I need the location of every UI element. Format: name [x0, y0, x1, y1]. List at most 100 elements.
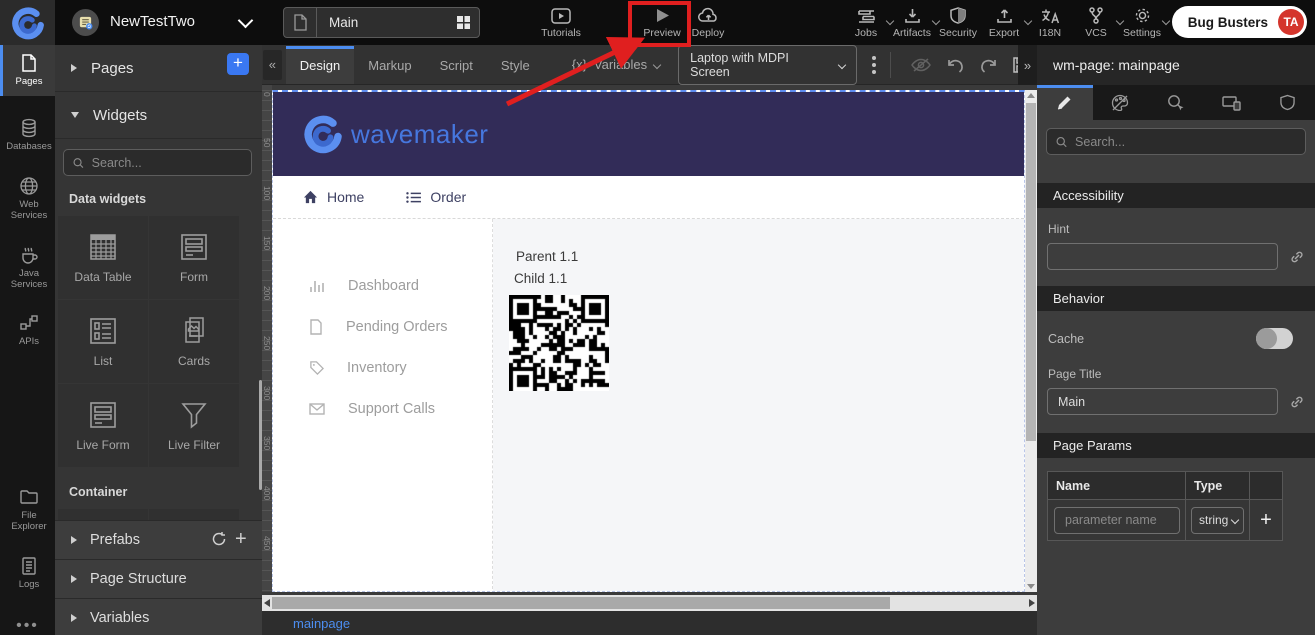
- widget-label: Cards: [178, 354, 210, 368]
- rail-item-file-explorer[interactable]: File Explorer: [0, 479, 55, 542]
- horizontal-scroll-thumb[interactable]: [272, 597, 890, 609]
- tab-markup[interactable]: Markup: [354, 46, 425, 84]
- artifacts-button[interactable]: Artifacts: [889, 5, 935, 39]
- live-form-icon: [86, 399, 120, 431]
- tutorials-button[interactable]: Tutorials: [533, 5, 589, 39]
- pages-accordion[interactable]: Pages +: [55, 45, 262, 92]
- tab-events[interactable]: [1148, 85, 1204, 120]
- properties-search[interactable]: [1046, 128, 1306, 155]
- nav-item-order[interactable]: Order: [406, 189, 466, 205]
- prefabs-refresh-icon[interactable]: [211, 531, 227, 547]
- rail-more-button[interactable]: •••: [0, 617, 55, 635]
- canvas-vertical-scrollbar[interactable]: [1025, 90, 1037, 592]
- child-label[interactable]: Child 1.1: [514, 271, 1024, 286]
- undo-icon[interactable]: [946, 57, 965, 73]
- hint-bind-link-icon[interactable]: [1289, 249, 1305, 265]
- variables-accordion[interactable]: Variables: [55, 598, 262, 635]
- tutorials-icon: [533, 5, 589, 24]
- tab-style[interactable]: Style: [487, 46, 544, 84]
- canvas-more-menu[interactable]: [872, 56, 876, 74]
- tab-script[interactable]: Script: [426, 46, 487, 84]
- parent-label[interactable]: Parent 1.1: [516, 249, 1024, 264]
- sidenav-dashboard[interactable]: Dashboard: [273, 265, 492, 306]
- deploy-button[interactable]: Deploy: [680, 5, 736, 39]
- add-page-button[interactable]: +: [227, 53, 249, 75]
- pages-accordion-label: Pages: [91, 60, 134, 77]
- widget-list[interactable]: List: [58, 300, 148, 383]
- hint-input[interactable]: [1047, 243, 1278, 270]
- prefabs-add-icon[interactable]: +: [235, 528, 247, 551]
- prefabs-accordion[interactable]: Prefabs +: [55, 520, 262, 559]
- project-chevron-down-icon[interactable]: [238, 13, 254, 29]
- rail-item-logs[interactable]: Logs: [0, 548, 55, 599]
- team-button[interactable]: Bug Busters TA: [1172, 6, 1307, 38]
- pages-icon: [19, 53, 39, 73]
- accessibility-section-header[interactable]: Accessibility: [1037, 183, 1315, 208]
- panel-scrollbar-thumb[interactable]: [259, 380, 262, 490]
- sidenav-support-calls[interactable]: Support Calls: [273, 388, 492, 429]
- behavior-section-header[interactable]: Behavior: [1037, 286, 1315, 311]
- page-selector[interactable]: Main: [283, 7, 480, 38]
- tab-security[interactable]: [1259, 85, 1315, 120]
- project-icon[interactable]: [72, 9, 99, 36]
- properties-search-input[interactable]: [1075, 135, 1296, 149]
- tab-design[interactable]: Design: [286, 46, 354, 84]
- cache-toggle[interactable]: [1256, 328, 1293, 349]
- param-name-input[interactable]: [1054, 507, 1180, 534]
- param-type-select[interactable]: string: [1191, 507, 1244, 534]
- wavemaker-logo[interactable]: [0, 0, 55, 45]
- widgets-accordion[interactable]: Widgets: [55, 92, 262, 139]
- settings-button[interactable]: Settings: [1119, 5, 1165, 39]
- tab-devices[interactable]: [1204, 85, 1260, 120]
- rail-item-pages[interactable]: Pages: [0, 45, 55, 96]
- rail-item-java-services[interactable]: Java Services: [0, 237, 55, 300]
- export-button[interactable]: Export: [981, 5, 1027, 39]
- page-title-bind-link-icon[interactable]: [1289, 394, 1305, 410]
- sidenav-pending-orders[interactable]: Pending Orders: [273, 306, 492, 347]
- canvas-horizontal-scrollbar[interactable]: [262, 595, 1037, 611]
- settings-gear-icon: [1119, 5, 1165, 24]
- variables-dropdown[interactable]: {x} Variables: [572, 57, 660, 72]
- qr-code-image[interactable]: [509, 295, 609, 391]
- variables-expand-icon: [71, 614, 77, 622]
- vcs-button[interactable]: VCS: [1073, 5, 1119, 39]
- pencil-icon: [1056, 94, 1073, 111]
- variables-dropdown-label: Variables: [594, 57, 647, 72]
- i18n-button[interactable]: I18N: [1027, 5, 1073, 39]
- widget-live-form[interactable]: Live Form: [58, 384, 148, 467]
- rail-item-apis[interactable]: APIs: [0, 305, 55, 356]
- left-rail: Pages Databases Web Services Java Servic…: [0, 45, 55, 635]
- scroll-up-icon[interactable]: [1027, 93, 1035, 98]
- tab-properties[interactable]: [1037, 85, 1093, 120]
- tab-styles[interactable]: [1093, 85, 1149, 120]
- toggle-visibility-icon[interactable]: [910, 57, 932, 73]
- jobs-button[interactable]: Jobs: [843, 5, 889, 39]
- sidenav-inventory[interactable]: Inventory: [273, 347, 492, 388]
- toolbar-overflow-button[interactable]: »: [1018, 45, 1037, 85]
- scroll-left-icon[interactable]: [264, 599, 270, 607]
- page-title-input[interactable]: [1047, 388, 1278, 415]
- security-button[interactable]: Security: [935, 5, 981, 39]
- add-param-button[interactable]: +: [1260, 510, 1272, 530]
- collapse-panel-button[interactable]: «: [263, 50, 282, 80]
- device-selector[interactable]: Laptop with MDPI Screen: [678, 45, 857, 85]
- widget-live-filter[interactable]: Live Filter: [149, 384, 239, 467]
- user-avatar[interactable]: TA: [1278, 9, 1304, 35]
- widget-form[interactable]: Form: [149, 216, 239, 299]
- vertical-scroll-thumb[interactable]: [1026, 103, 1036, 441]
- page-header[interactable]: wavemaker: [273, 92, 1024, 176]
- widget-search[interactable]: [63, 149, 252, 176]
- scroll-right-icon[interactable]: [1029, 599, 1035, 607]
- page-structure-accordion[interactable]: Page Structure: [55, 559, 262, 598]
- rail-item-web-services[interactable]: Web Services: [0, 168, 55, 231]
- page-params-section-header[interactable]: Page Params: [1037, 433, 1315, 458]
- widget-data-table[interactable]: Data Table: [58, 216, 148, 299]
- page-grid-icon[interactable]: [448, 15, 479, 30]
- scroll-down-icon[interactable]: [1027, 584, 1035, 589]
- widget-cards[interactable]: Cards: [149, 300, 239, 383]
- rail-item-databases[interactable]: Databases: [0, 110, 55, 161]
- open-page-tab[interactable]: mainpage: [293, 616, 350, 631]
- widget-search-input[interactable]: [92, 156, 242, 170]
- redo-icon[interactable]: [979, 57, 998, 73]
- nav-item-home[interactable]: Home: [303, 189, 364, 205]
